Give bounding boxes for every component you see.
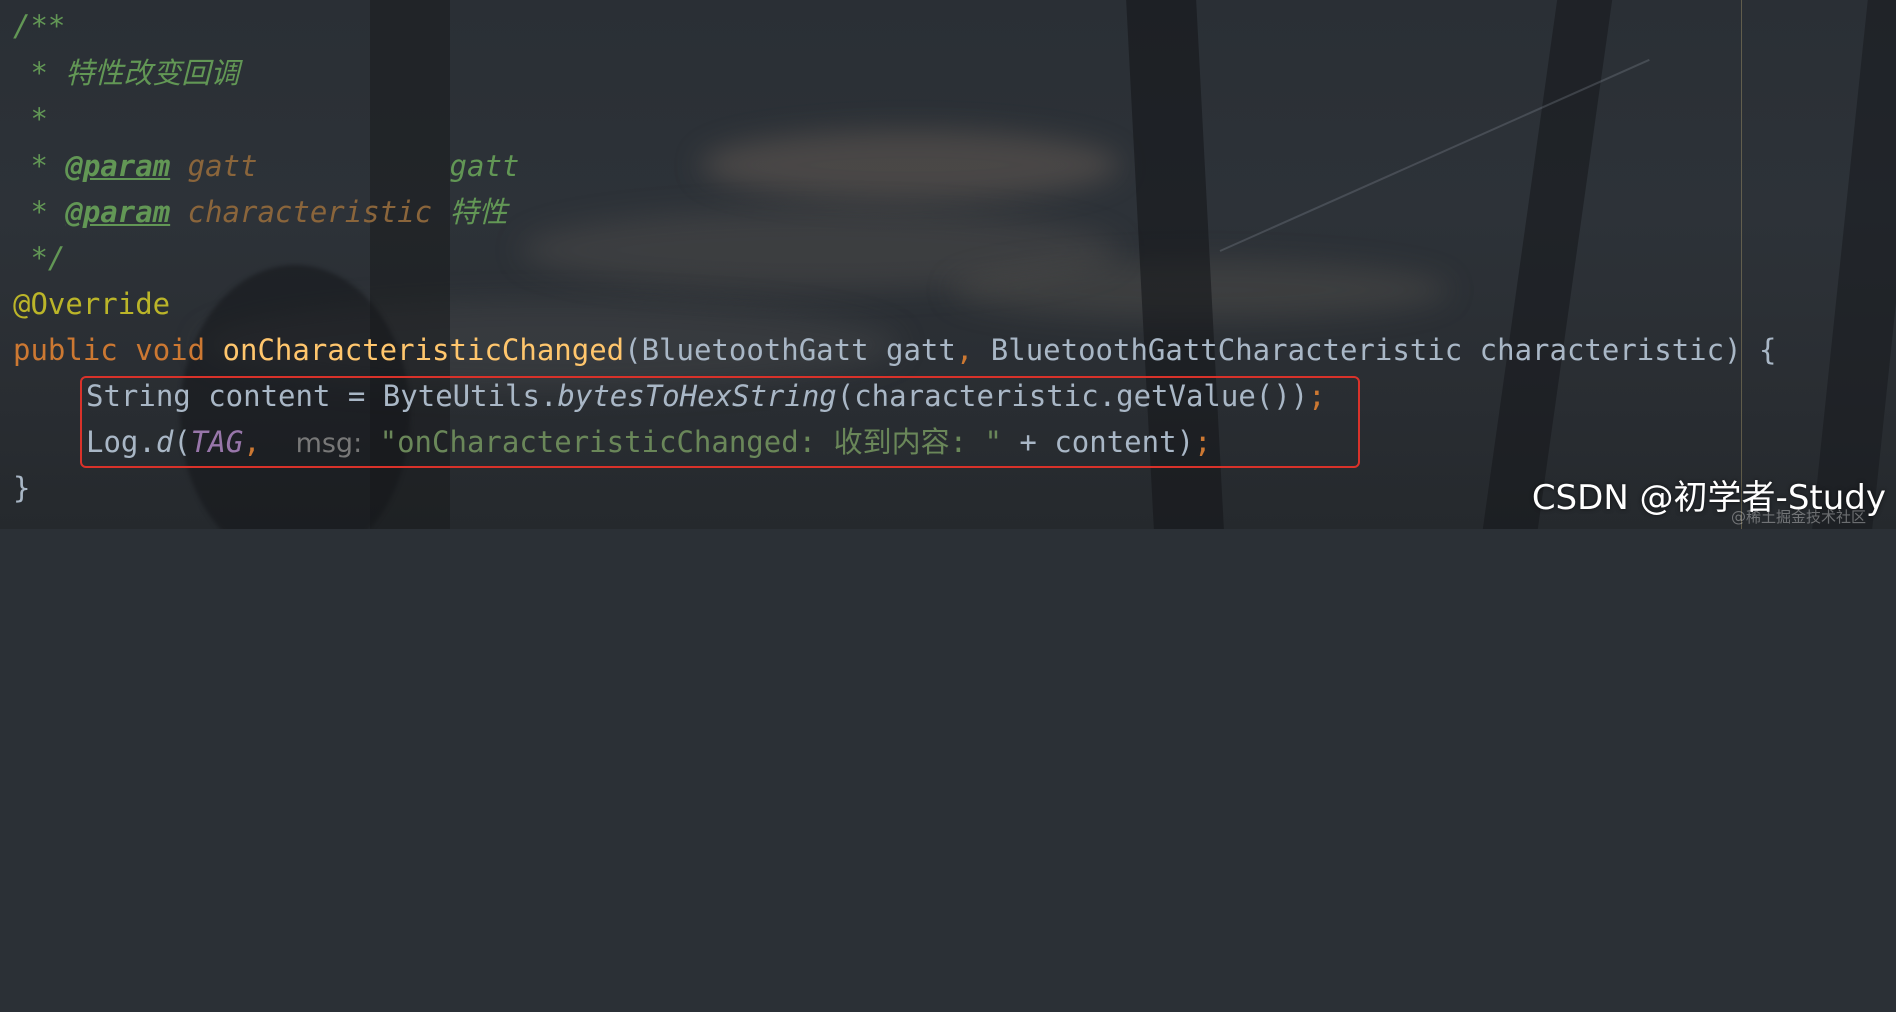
doc-comment-close: */ [13, 241, 66, 275]
code-line-2: * 特性改变回调 [13, 50, 239, 96]
doc-comment-prefix: * [13, 149, 66, 183]
method-name[interactable]: onCharacteristicChanged [223, 333, 625, 367]
param-tag: @param [65, 195, 171, 229]
method-params: (BluetoothGatt gatt [624, 333, 956, 367]
doc-comment-title: 特性改变回调 [65, 56, 240, 90]
doc-comment-prefix: * [13, 56, 66, 90]
param1-name: gatt [187, 149, 258, 183]
keyword-void: void [135, 333, 206, 367]
code-line-6: */ [13, 235, 65, 281]
doc-comment-prefix: * [13, 195, 66, 229]
doc-comment-blank: * [13, 102, 48, 136]
code-line-7: @Override [13, 281, 170, 327]
highlight-annotation-box [80, 376, 1360, 468]
param2-desc: 特性 [449, 195, 508, 229]
code-line-8: public void onCharacteristicChanged(Blue… [13, 327, 1776, 373]
param1-desc: gatt [449, 149, 520, 183]
closing-brace: } [13, 471, 31, 505]
keyword-public: public [13, 333, 118, 367]
code-line-3: * [13, 96, 48, 142]
param-tag: @param [65, 149, 171, 183]
param2-name: characteristic [187, 195, 433, 229]
code-line-4: * @param gatt gatt [13, 143, 519, 189]
method-params-2: BluetoothGattCharacteristic characterist… [973, 333, 1777, 367]
juejin-watermark: @稀土掘金技术社区 [1730, 508, 1866, 526]
override-annotation: @Override [13, 287, 171, 321]
param-comma: , [955, 333, 974, 367]
code-line-1: /** [13, 3, 65, 49]
code-line-11: } [13, 465, 30, 511]
doc-comment-open: /** [13, 9, 66, 43]
code-line-5: * @param characteristic 特性 [13, 189, 508, 235]
